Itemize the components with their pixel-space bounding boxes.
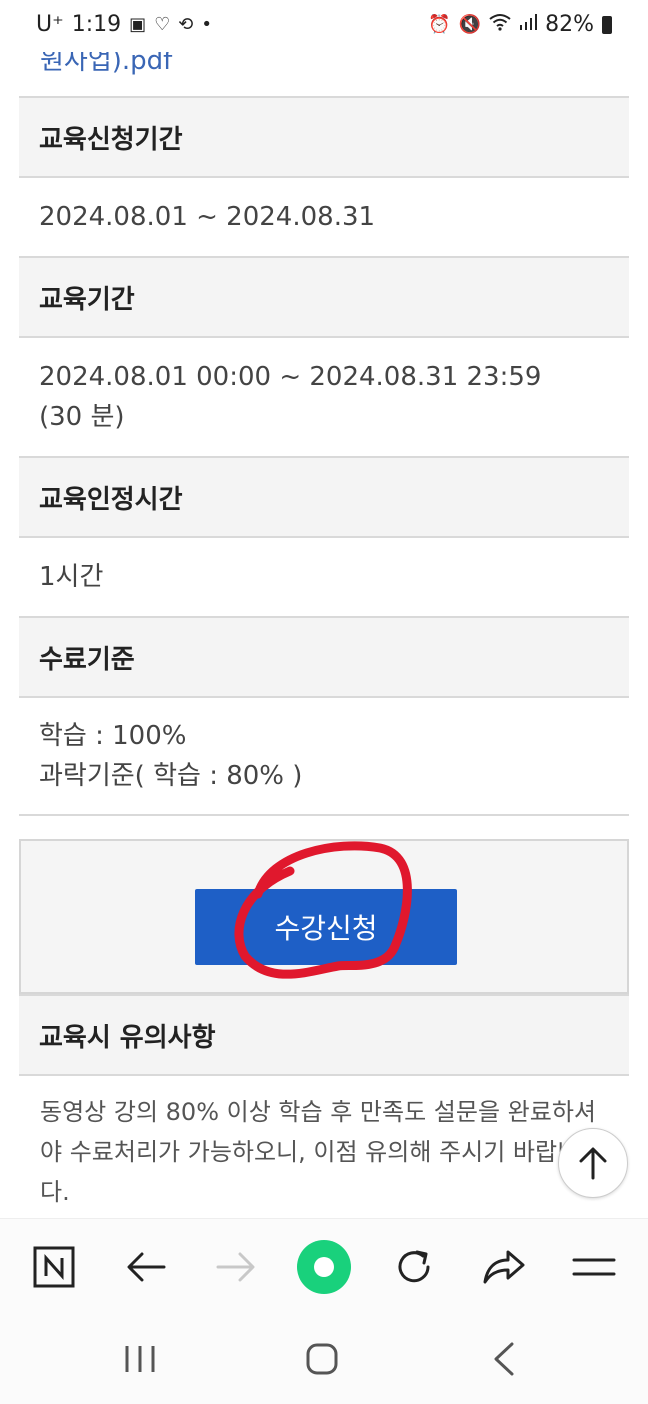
battery-icon xyxy=(602,15,612,34)
mute-icon: 🔇 xyxy=(458,14,482,35)
system-nav-bar xyxy=(0,1314,648,1404)
dot-icon: • xyxy=(201,14,212,35)
signal-icon xyxy=(519,14,538,35)
share-icon xyxy=(483,1250,525,1284)
alarm-icon: ⏰ xyxy=(428,14,451,35)
value-line: (30 분) xyxy=(39,402,125,432)
value-line: 2024.08.01 ~ 2024.08.31 xyxy=(39,202,376,232)
recent-apps-button[interactable] xyxy=(110,1334,170,1384)
row-label-application-period: 교육신청기간 xyxy=(19,96,629,176)
naver-icon xyxy=(33,1246,75,1288)
refresh-icon xyxy=(398,1250,430,1283)
course-info-table: 교육신청기간 2024.08.01 ~ 2024.08.31 교육기간 2024… xyxy=(19,96,629,816)
notice-title: 교육시 유의사항 xyxy=(19,994,629,1074)
share-button[interactable] xyxy=(476,1239,532,1295)
row-label-recognized-hours: 교육인정시간 xyxy=(19,456,629,536)
back-icon xyxy=(494,1342,514,1376)
home-button[interactable] xyxy=(292,1334,352,1384)
value-line: 2024.08.01 00:00 ~ 2024.08.31 23:59 xyxy=(39,362,542,392)
row-label-completion-criteria: 수료기준 xyxy=(19,616,629,696)
value-line: 학습 : 100% xyxy=(39,721,187,751)
carrier-label: U⁺ xyxy=(36,12,64,37)
time-label: 1:19 xyxy=(71,12,122,37)
home-icon xyxy=(306,1343,338,1375)
recent-apps-icon xyxy=(125,1346,155,1372)
browser-toolbar xyxy=(0,1218,648,1315)
gallery-icon: ▣ xyxy=(129,14,147,35)
arrow-up-icon xyxy=(579,1147,607,1180)
battery-label: 82% xyxy=(545,12,594,37)
menu-button[interactable] xyxy=(566,1239,622,1295)
row-value-education-period: 2024.08.01 00:00 ~ 2024.08.31 23:59 (30 … xyxy=(19,336,629,456)
status-bar: U⁺ 1:19 ▣ ♡ ⟲ • ⏰ 🔇 82% xyxy=(0,0,648,52)
row-value-recognized-hours: 1시간 xyxy=(19,536,629,616)
apply-section: 수강신청 xyxy=(19,839,629,994)
row-label-education-period: 교육기간 xyxy=(19,256,629,336)
refresh-button[interactable] xyxy=(386,1239,442,1295)
green-dot-button[interactable] xyxy=(294,1237,354,1297)
system-back-button[interactable] xyxy=(474,1334,534,1384)
row-value-application-period: 2024.08.01 ~ 2024.08.31 xyxy=(19,176,629,256)
notice-body: 동영상 강의 80% 이상 학습 후 만족도 설문을 완료하셔야 수료처리가 가… xyxy=(40,1098,596,1206)
forward-button[interactable] xyxy=(208,1239,264,1295)
value-line: 과락기준( 학습 : 80% ) xyxy=(39,761,303,791)
green-dot-icon xyxy=(297,1240,351,1294)
row-value-completion-criteria: 학습 : 100% 과락기준( 학습 : 80% ) xyxy=(19,696,629,816)
menu-icon xyxy=(572,1258,616,1276)
wifi-icon xyxy=(489,13,511,36)
heart-icon: ♡ xyxy=(154,14,171,35)
scroll-top-button[interactable] xyxy=(558,1128,628,1198)
apply-course-button[interactable]: 수강신청 xyxy=(195,889,457,965)
back-button[interactable] xyxy=(118,1239,174,1295)
forward-arrow-icon xyxy=(216,1252,255,1282)
sync-icon: ⟲ xyxy=(178,14,194,35)
notice-divider xyxy=(19,1074,629,1076)
back-arrow-icon xyxy=(127,1252,166,1282)
value-line: 1시간 xyxy=(39,562,104,592)
naver-button[interactable] xyxy=(26,1239,82,1295)
